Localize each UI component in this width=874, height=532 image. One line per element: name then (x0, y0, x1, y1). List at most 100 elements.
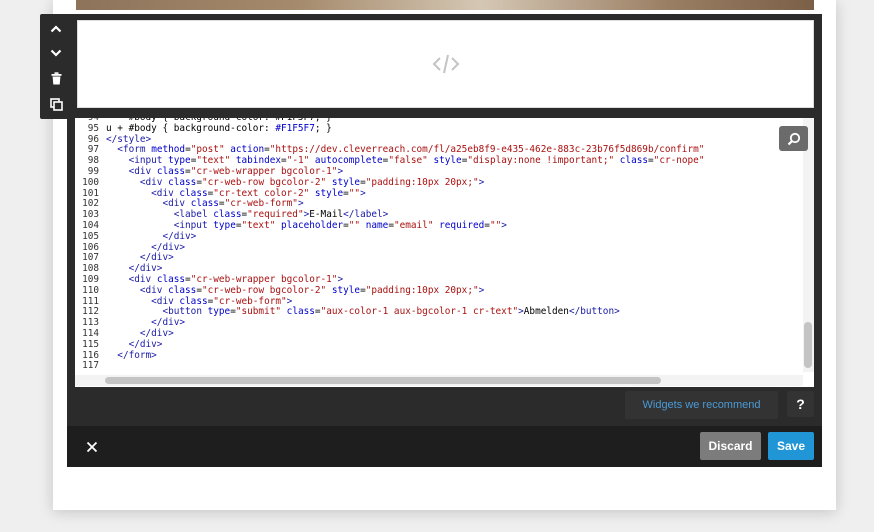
code-token: </div> (139, 252, 174, 264)
code-line[interactable]: u + #body { background-color: #F1F5F7; } (106, 122, 704, 135)
code-token: style (433, 155, 462, 167)
vertical-scrollbar[interactable] (803, 118, 814, 372)
code-token: "post" (190, 144, 225, 156)
search-button[interactable] (779, 126, 808, 151)
code-token: <div (128, 165, 152, 177)
code-token: u + #body { background-color: (106, 122, 276, 134)
help-button[interactable]: ? (787, 391, 814, 417)
code-token: placeholder (281, 219, 344, 231)
code-token: <div (139, 284, 163, 296)
code-token: </div> (162, 230, 197, 242)
code-token: "text" (196, 155, 231, 167)
chevron-down-icon (50, 49, 62, 57)
horizontal-scrollbar[interactable] (75, 375, 803, 386)
line-number: 100 (82, 176, 99, 188)
code-token: class (179, 187, 208, 199)
code-icon (432, 54, 459, 74)
line-number: 110 (82, 284, 99, 296)
line-number-gutter: 9495969798991001011021031041051061071081… (75, 118, 99, 372)
vertical-scroll-thumb[interactable] (804, 322, 812, 368)
editor-footer: Discard Save (67, 426, 822, 467)
code-text[interactable]: #body { background-color: #F1F5F7; }u + … (106, 118, 704, 372)
horizontal-scroll-thumb[interactable] (105, 377, 661, 384)
code-token: <div (128, 273, 152, 285)
code-token: action (230, 144, 265, 156)
code-token: </button> (568, 306, 620, 318)
code-line[interactable]: </div> (106, 241, 704, 254)
code-token: </div> (128, 263, 163, 275)
code-token: "false" (388, 155, 428, 167)
code-token: "" (348, 219, 361, 231)
code-token: </div> (151, 241, 186, 253)
code-token: > (478, 176, 485, 188)
code-token: style (331, 176, 361, 188)
discard-button[interactable]: Discard (700, 432, 761, 460)
code-token: Abmelden (523, 306, 569, 318)
code-token: </style> (106, 133, 152, 145)
code-line[interactable]: <button type="submit" class="aux-color-1… (106, 306, 704, 318)
code-token: > (297, 198, 304, 210)
code-area[interactable]: 9495969798991001011021031041051061071081… (75, 118, 800, 378)
code-token: > (360, 187, 366, 199)
code-line[interactable] (106, 361, 704, 372)
code-line[interactable]: </div> (106, 327, 704, 340)
code-token: > (501, 219, 507, 231)
code-token: </div> (139, 327, 174, 339)
code-token: "" (348, 187, 361, 199)
background-photo (76, 0, 814, 10)
close-icon (86, 441, 98, 453)
code-token: tabindex (235, 155, 282, 167)
code-token: "cr-nope" (653, 155, 705, 167)
close-button[interactable] (81, 436, 103, 458)
widgets-recommend-button[interactable]: Widgets we recommend (625, 391, 778, 419)
code-token: class (168, 176, 197, 188)
code-token: "email" (393, 219, 434, 231)
chevron-up-icon (50, 24, 62, 32)
code-token: > (337, 273, 344, 285)
code-token: class (168, 284, 197, 296)
code-token: type (168, 155, 191, 167)
code-token: <div (151, 295, 174, 307)
code-token: </div> (151, 317, 186, 329)
code-token: class (286, 306, 315, 318)
line-number: 117 (82, 360, 99, 372)
code-token: > (478, 284, 485, 296)
trash-icon (51, 71, 61, 84)
code-line[interactable]: </div> (106, 230, 704, 243)
code-token: "cr-web-row bgcolor-2" (202, 284, 327, 296)
code-token: "cr-web-row bgcolor-2" (202, 176, 327, 188)
code-token: <div (151, 187, 174, 199)
code-token: "display:none !important;" (467, 155, 615, 167)
code-token: class (213, 209, 242, 221)
code-token: class (190, 198, 219, 210)
code-token: ; } (314, 122, 332, 134)
code-line[interactable]: </div> (106, 317, 704, 329)
code-token: name (365, 219, 389, 231)
code-token: > (337, 165, 344, 177)
code-line[interactable]: </div> (106, 339, 704, 351)
code-line[interactable]: </form> (106, 350, 704, 362)
code-token: method (151, 144, 186, 156)
code-editor[interactable]: 9495969798991001011021031041051061071081… (75, 118, 814, 387)
code-token: "cr-web-form" (224, 198, 298, 210)
code-line[interactable]: </div> (106, 252, 704, 264)
html-widget-editor: 9495969798991001011021031041051061071081… (67, 14, 822, 467)
code-token: "cr-web-form" (213, 295, 287, 307)
save-button[interactable]: Save (768, 432, 814, 460)
code-token: "cr-text color-2" (213, 187, 310, 199)
